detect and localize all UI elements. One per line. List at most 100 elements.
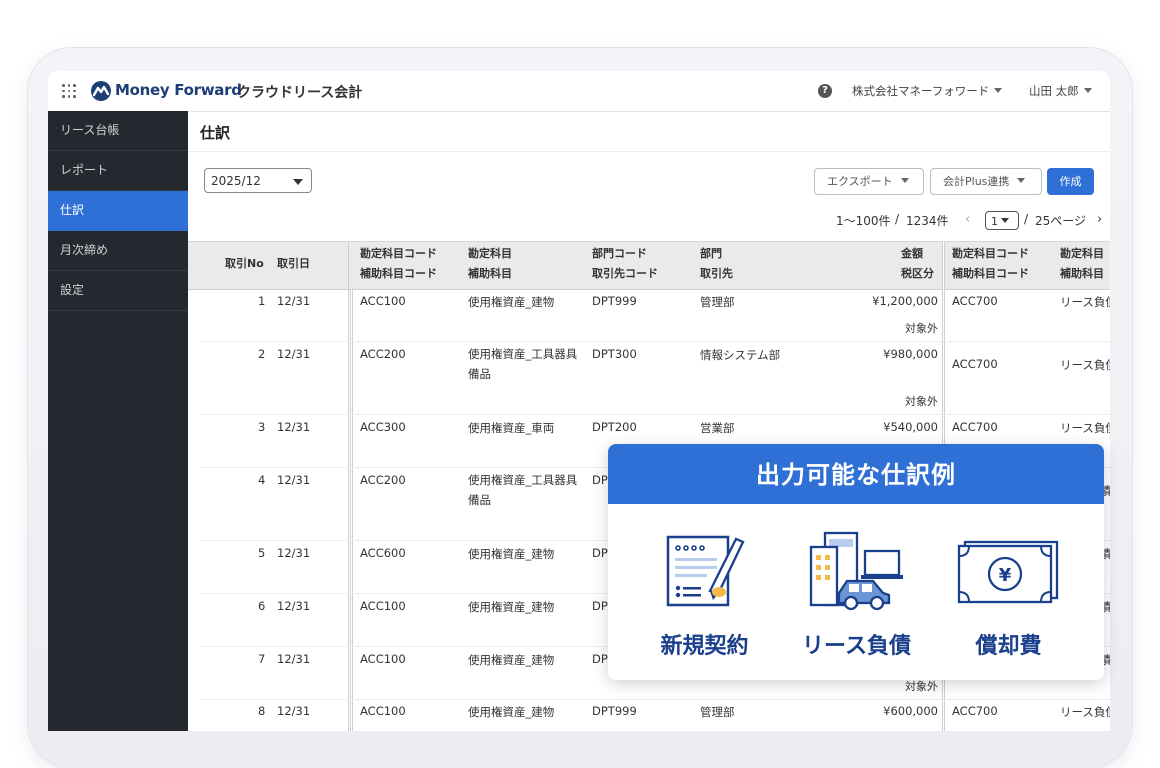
cell-date: 12/31 (277, 420, 311, 434)
cell-no: 6 (258, 599, 266, 613)
brand-name[interactable]: Money Forward (115, 81, 242, 99)
page-title: 仕訳 (200, 124, 231, 142)
svg-text:¥: ¥ (998, 565, 1011, 586)
cell-account-code: ACC100 (360, 652, 406, 666)
cell-no: 7 (258, 652, 266, 666)
chevron-down-icon (994, 88, 1003, 93)
prev-page-icon[interactable]: ‹ (965, 212, 970, 227)
header-debit-sub-code: 補助科目コード (360, 267, 437, 280)
header-credit-account: 勘定科目 (1060, 247, 1104, 260)
cell-credit-account: リース負債 (1060, 358, 1110, 372)
cell-account-code: ACC200 (360, 347, 406, 361)
pager-range: 1〜100件 (836, 214, 891, 228)
money-forward-logo-icon (91, 81, 111, 101)
chevron-down-icon (1001, 218, 1009, 223)
cell-account: 使用権資産_建物 (468, 295, 555, 309)
create-button[interactable]: 作成 (1047, 168, 1094, 195)
header-debit-sub: 補助科目 (468, 267, 512, 280)
sidebar: リース台帳 レポート 仕訳 月次締め 設定 (48, 111, 188, 731)
cell-dept-code: DP (592, 652, 608, 666)
sidebar-item-journal[interactable]: 仕訳 (48, 191, 188, 231)
cell-credit-account-code: ACC700 (952, 357, 998, 371)
cell-no: 5 (258, 546, 266, 560)
sidebar-item-monthly-close[interactable]: 月次締め (48, 231, 188, 271)
chevron-down-icon (1017, 178, 1026, 183)
app-grid-icon[interactable] (62, 84, 76, 98)
cell-date: 12/31 (277, 599, 311, 613)
dropdown-arrow-icon (293, 179, 303, 185)
cell-dept: 管理部 (700, 295, 735, 309)
table-row[interactable]: 8 12/31 ACC100 使用権資産_建物 DPT999 管理部 ¥600,… (188, 699, 1110, 731)
card-label-depreciation: 償却費 (975, 634, 1042, 659)
cell-date: 12/31 (277, 546, 311, 560)
header-amount: 金額 (901, 247, 923, 260)
page-select-value: 1 (991, 215, 998, 228)
pager-separator: / (895, 212, 900, 226)
export-button[interactable]: エクスポート (814, 168, 924, 195)
cell-account-code: ACC200 (360, 473, 406, 487)
cell-dept-code: DP (592, 599, 608, 613)
cell-no: 2 (258, 347, 266, 361)
page-select[interactable]: 1 (985, 211, 1019, 230)
pager-total: 1234件 (906, 214, 949, 228)
export-label: エクスポート (827, 175, 893, 188)
cell-tax: 対象外 (905, 322, 938, 335)
cell-no: 8 (258, 704, 266, 718)
user-name: 山田 太郎 (1029, 84, 1079, 98)
header-credit-sub-code: 補助科目コード (952, 267, 1029, 280)
company-menu[interactable]: 株式会社マネーフォワード (852, 83, 1003, 99)
cell-account: 使用権資産_建物 (468, 600, 555, 614)
table-row[interactable]: 1 12/31 ACC100 使用権資産_建物 DPT999 管理部 ¥1,20… (188, 288, 1110, 341)
table-row[interactable]: 2 12/31 ACC200 使用権資産_工具器具備品 DPT300 情報システ… (188, 341, 1110, 414)
header-debit-account-code: 勘定科目コード (360, 247, 437, 260)
cell-tax: 対象外 (905, 680, 938, 693)
cell-account-code: ACC300 (360, 420, 406, 434)
cell-account-code: ACC100 (360, 294, 406, 308)
header-tax: 税区分 (901, 267, 934, 280)
cell-dept-code: DPT300 (592, 347, 637, 361)
cell-amount: ¥1,200,000 (872, 294, 938, 308)
cell-dept: 営業部 (700, 421, 735, 435)
header-credit-account-code: 勘定科目コード (952, 247, 1029, 260)
help-icon[interactable]: ? (818, 84, 832, 98)
cell-no: 4 (258, 473, 266, 487)
user-menu[interactable]: 山田 太郎 (1029, 83, 1092, 99)
sidebar-item-report[interactable]: レポート (48, 151, 188, 191)
pager-separator-2: / (1024, 212, 1029, 226)
cell-credit-account: リース負債 (1060, 421, 1110, 435)
chevron-down-icon (900, 178, 909, 183)
month-select[interactable]: 2025/12 (204, 168, 312, 193)
cell-credit-account-code: ACC700 (952, 420, 998, 434)
card-label-lease-liability: リース負債 (802, 634, 911, 659)
sidebar-item-lease-ledger[interactable]: リース台帳 (48, 111, 188, 151)
cell-date: 12/31 (277, 347, 311, 361)
cell-credit-account-code: ACC700 (952, 704, 998, 718)
cell-account: 使用権資産_工具器具備品 (468, 473, 578, 507)
sidebar-item-settings[interactable]: 設定 (48, 271, 188, 311)
divider (188, 151, 1110, 152)
table-header: 取引No 取引日 勘定科目コード 補助科目コード 勘定科目 補助科目 部門コード… (188, 241, 1110, 290)
card-title: 出力可能な仕訳例 (608, 444, 1104, 504)
month-select-value: 2025/12 (211, 174, 261, 188)
cell-account-code: ACC100 (360, 704, 406, 718)
building-car-icon (809, 531, 903, 611)
header-credit-sub: 補助科目 (1060, 267, 1104, 280)
header-dept: 部門 (700, 247, 722, 260)
contract-icon (666, 535, 745, 607)
yen-bill-icon: ¥ (957, 540, 1058, 604)
accounting-plus-label: 会計Plus連携 (943, 175, 1010, 188)
product-name: クラウドリース会計 (237, 85, 363, 101)
card-item-lease-liability: リース負債 (774, 504, 939, 680)
header-date: 取引日 (277, 257, 310, 270)
chevron-down-icon (1083, 88, 1092, 93)
header-dept-code: 部門コード (592, 247, 647, 260)
cell-no: 1 (258, 294, 266, 308)
accounting-plus-button[interactable]: 会計Plus連携 (930, 168, 1042, 195)
cell-dept-code: DPT200 (592, 420, 637, 434)
card-item-new-contract: 新規契約 (622, 504, 787, 680)
cell-dept-code: DPT999 (592, 294, 637, 308)
cell-account: 使用権資産_工具器具備品 (468, 347, 578, 381)
next-page-icon[interactable]: › (1097, 212, 1102, 227)
cell-amount: ¥540,000 (883, 420, 938, 434)
cell-dept: 管理部 (700, 705, 735, 719)
